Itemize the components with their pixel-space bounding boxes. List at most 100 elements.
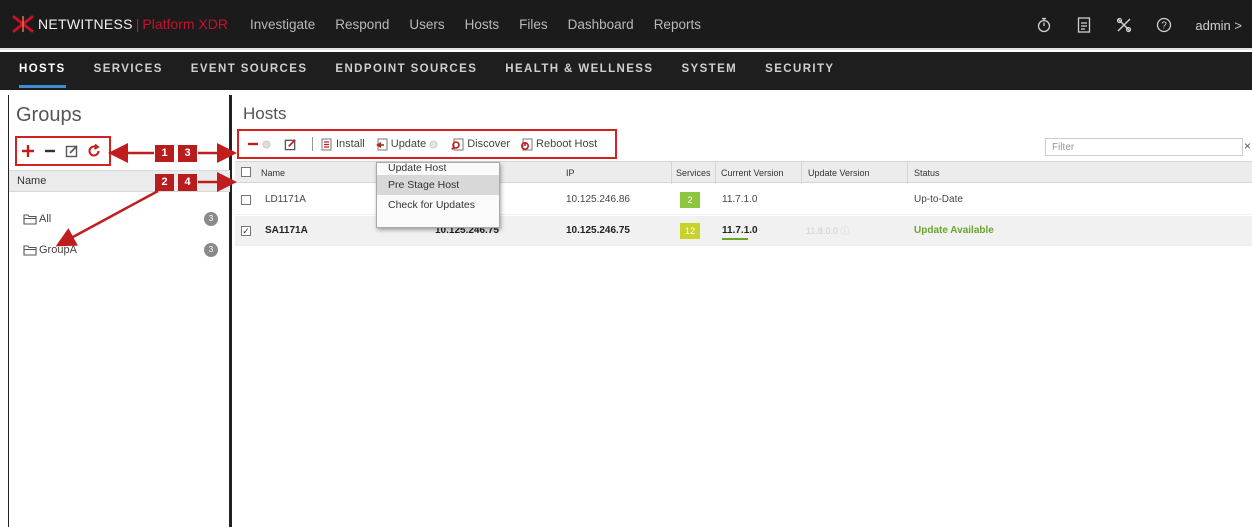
update-dropdown-menu: Update Host Pre Stage Host Check for Upd… bbox=[376, 162, 500, 228]
folder-icon bbox=[23, 214, 37, 225]
tab-event-sources[interactable]: EVENT SOURCES bbox=[191, 52, 308, 90]
nav-users[interactable]: Users bbox=[409, 17, 444, 32]
reboot-label: Reboot Host bbox=[536, 138, 598, 150]
remove-host-button[interactable] bbox=[247, 139, 274, 149]
plus-icon bbox=[22, 145, 34, 157]
menu-item-pre-stage-host[interactable]: Pre Stage Host bbox=[377, 175, 499, 195]
folder-icon bbox=[23, 245, 37, 256]
user-menu[interactable]: admin > bbox=[1195, 18, 1242, 33]
minus-icon bbox=[45, 149, 55, 153]
discover-icon bbox=[451, 138, 464, 150]
update-version: 11.8.0.0 bbox=[806, 226, 838, 236]
host-ip: 10.125.246.75 bbox=[566, 225, 630, 236]
netwitness-app: NETWITNESS | Platform XDR Investigate Re… bbox=[0, 0, 1252, 527]
reboot-icon bbox=[521, 138, 533, 150]
select-all-checkbox[interactable] bbox=[241, 167, 251, 177]
tab-security[interactable]: SECURITY bbox=[765, 52, 834, 90]
top-right-controls: ? admin > bbox=[1013, 0, 1242, 50]
help-icon[interactable]: ? bbox=[1155, 16, 1173, 34]
groups-panel: Groups Name All 3 GroupA 3 bbox=[8, 95, 232, 527]
brand-name: NETWITNESS bbox=[38, 16, 133, 32]
add-group-button[interactable] bbox=[17, 140, 39, 162]
disabled-circle-icon bbox=[262, 140, 271, 148]
group-item-all[interactable]: All 3 bbox=[9, 205, 230, 233]
reboot-host-button[interactable]: Reboot Host bbox=[520, 138, 597, 151]
tab-health-wellness[interactable]: HEALTH & WELLNESS bbox=[505, 52, 653, 90]
update-button[interactable]: Update bbox=[375, 138, 441, 151]
info-icon: ⓘ bbox=[840, 226, 850, 236]
edit-icon bbox=[65, 145, 78, 158]
services-cell: 12 bbox=[672, 216, 716, 246]
svg-text:?: ? bbox=[1162, 21, 1168, 32]
nav-hosts[interactable]: Hosts bbox=[465, 17, 500, 32]
top-bar: NETWITNESS | Platform XDR Investigate Re… bbox=[0, 0, 1252, 50]
nav-reports[interactable]: Reports bbox=[654, 17, 701, 32]
minus-icon bbox=[248, 142, 258, 146]
menu-item-update-host[interactable]: Update Host bbox=[377, 163, 499, 175]
brand[interactable]: NETWITNESS | Platform XDR bbox=[12, 0, 228, 49]
current-version-cell: 11.7.1.0 bbox=[716, 216, 802, 246]
status-text: Update Available bbox=[914, 225, 994, 236]
callout-1: 1 bbox=[155, 145, 174, 162]
admin-sub-nav: HOSTS SERVICES EVENT SOURCES ENDPOINT SO… bbox=[0, 52, 1252, 90]
host-name: SA1171A bbox=[265, 225, 308, 236]
edit-host-button[interactable] bbox=[284, 138, 300, 151]
install-button[interactable]: Install bbox=[321, 138, 365, 151]
group-item-groupa[interactable]: GroupA 3 bbox=[9, 236, 230, 264]
column-current-version[interactable]: Current Version bbox=[716, 162, 802, 184]
groups-title: Groups bbox=[16, 104, 82, 126]
host-name: LD1171A bbox=[265, 194, 306, 205]
nav-files[interactable]: Files bbox=[519, 17, 548, 32]
group-count-badge: 3 bbox=[204, 243, 218, 257]
chevron-down-icon bbox=[429, 140, 438, 148]
tools-icon[interactable] bbox=[1115, 16, 1133, 34]
top-nav: Investigate Respond Users Hosts Files Da… bbox=[250, 17, 721, 32]
callout-2: 2 bbox=[155, 174, 174, 191]
hosts-title: Hosts bbox=[243, 104, 287, 123]
stopwatch-icon[interactable] bbox=[1035, 16, 1053, 34]
update-icon bbox=[375, 138, 388, 150]
status-text: Up-to-Date bbox=[914, 194, 963, 205]
group-label: All bbox=[39, 213, 52, 225]
install-label: Install bbox=[336, 138, 365, 150]
netwitness-logo-icon bbox=[12, 15, 34, 33]
edit-group-button[interactable] bbox=[61, 140, 83, 162]
group-label: GroupA bbox=[39, 244, 77, 256]
update-version-select[interactable]: 11.8.0.0 ⓘ bbox=[802, 224, 882, 238]
refresh-groups-button[interactable] bbox=[83, 140, 105, 162]
filter-close-icon[interactable]: × bbox=[1244, 139, 1251, 153]
filter-input[interactable]: Filter bbox=[1045, 138, 1243, 156]
callout-4: 4 bbox=[178, 174, 197, 191]
nav-dashboard[interactable]: Dashboard bbox=[568, 17, 634, 32]
column-ip[interactable]: IP bbox=[560, 162, 672, 184]
row-checkbox-checked[interactable]: ✓ bbox=[241, 226, 251, 236]
hosts-toolbar: Install Update Discover Reboot Host bbox=[237, 129, 617, 159]
tab-system[interactable]: SYSTEM bbox=[681, 52, 737, 90]
brand-separator: | bbox=[135, 16, 140, 32]
toolbar-divider bbox=[312, 137, 313, 151]
row-checkbox[interactable] bbox=[241, 195, 251, 205]
nav-investigate[interactable]: Investigate bbox=[250, 17, 315, 32]
report-icon[interactable] bbox=[1075, 16, 1093, 34]
discover-button[interactable]: Discover bbox=[451, 138, 510, 151]
remove-group-button[interactable] bbox=[39, 140, 61, 162]
install-icon bbox=[321, 138, 332, 150]
column-update-version[interactable]: Update Version bbox=[802, 162, 908, 184]
tab-endpoint-sources[interactable]: ENDPOINT SOURCES bbox=[335, 52, 477, 90]
group-count-badge: 3 bbox=[204, 212, 218, 226]
edit-icon bbox=[284, 138, 296, 150]
services-count-badge[interactable]: 12 bbox=[680, 223, 700, 239]
services-count-badge[interactable]: 2 bbox=[680, 192, 700, 208]
column-services[interactable]: Services bbox=[672, 162, 716, 184]
column-status[interactable]: Status bbox=[908, 162, 1252, 184]
hosts-panel: Hosts Install Update Discover Reboot Hos… bbox=[235, 95, 1252, 527]
groups-toolbar bbox=[15, 136, 111, 166]
tab-services[interactable]: SERVICES bbox=[94, 52, 163, 90]
tab-hosts[interactable]: HOSTS bbox=[19, 52, 66, 90]
version-underline bbox=[722, 238, 748, 240]
host-ip: 10.125.246.86 bbox=[566, 194, 630, 205]
current-version: 11.7.1.0 bbox=[722, 225, 758, 236]
update-label: Update bbox=[390, 138, 427, 150]
menu-item-check-for-updates[interactable]: Check for Updates bbox=[377, 195, 499, 215]
nav-respond[interactable]: Respond bbox=[335, 17, 389, 32]
